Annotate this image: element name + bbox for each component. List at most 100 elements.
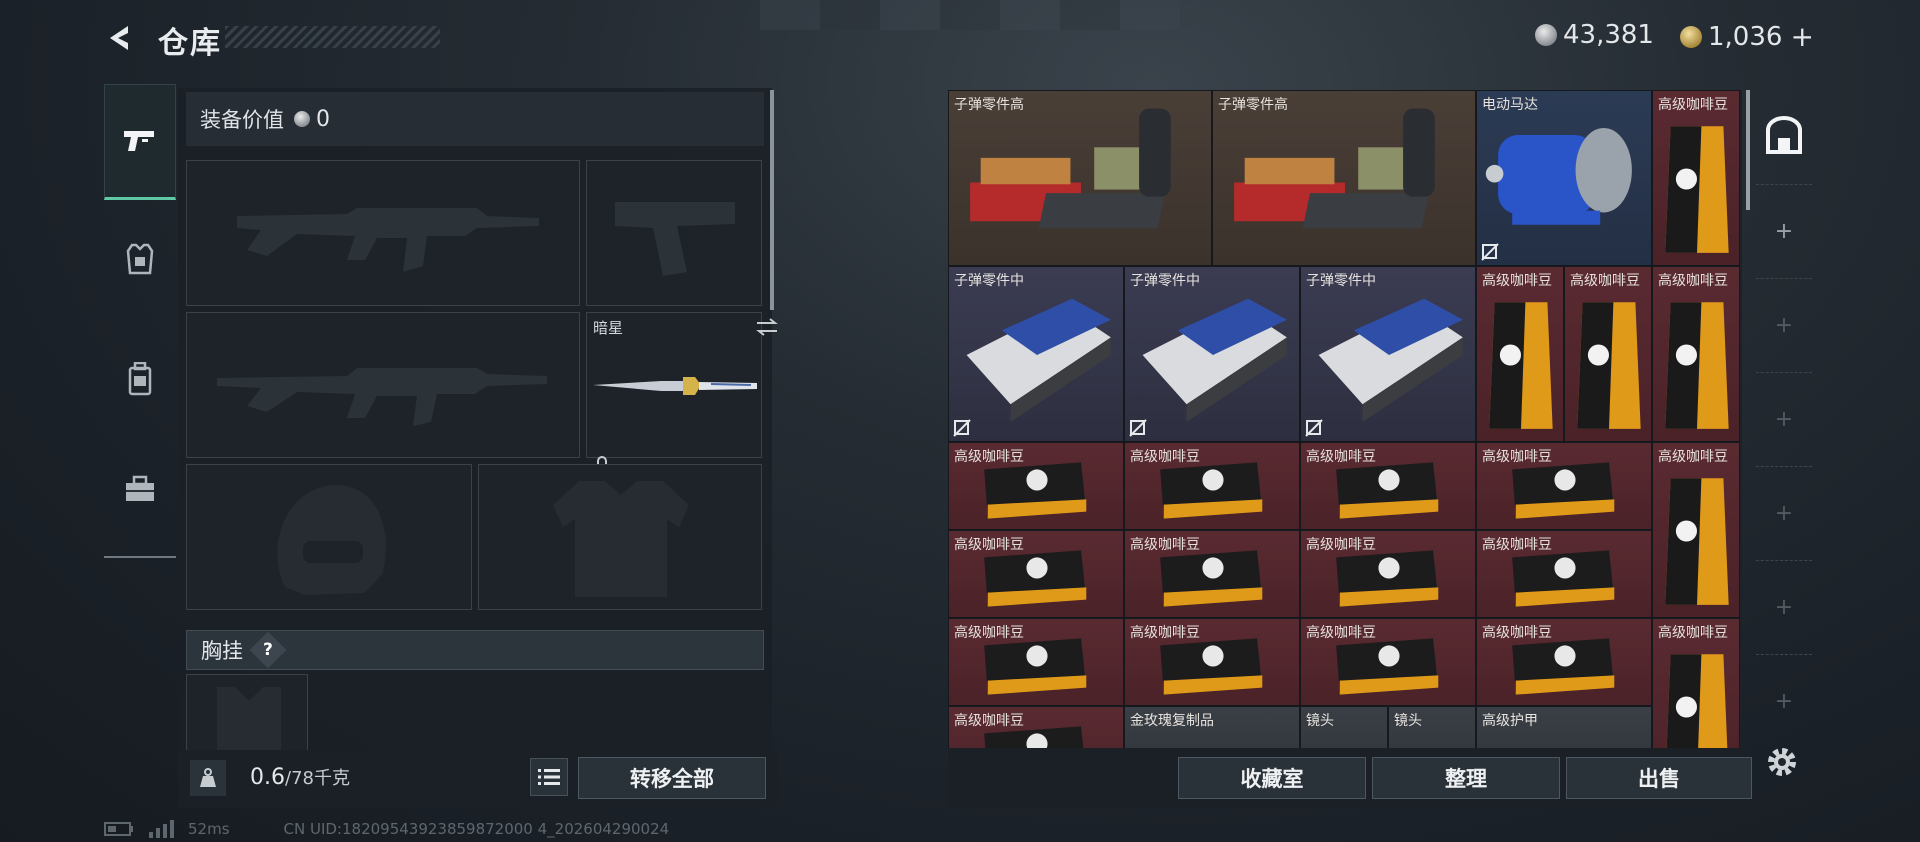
helmet-slot[interactable] bbox=[186, 464, 472, 610]
item-label: 子弹零件中 bbox=[1306, 273, 1376, 289]
storage-tab-main[interactable] bbox=[1756, 90, 1812, 182]
storage-tab-add-4[interactable]: + bbox=[1756, 466, 1812, 559]
weight-icon bbox=[190, 760, 226, 796]
chest-rig-header: 胸挂 ? bbox=[186, 630, 764, 670]
rifle-silhouette-icon bbox=[237, 208, 539, 272]
inventory-item[interactable]: 高级咖啡豆 bbox=[948, 530, 1124, 618]
gold-coin-icon bbox=[1680, 25, 1702, 48]
gold-currency[interactable]: 1,036 + bbox=[1680, 20, 1814, 53]
item-label: 高级咖啡豆 bbox=[1658, 97, 1728, 113]
inventory-item[interactable]: 高级咖啡豆 bbox=[948, 706, 1124, 748]
item-label: 高级咖啡豆 bbox=[1130, 537, 1200, 553]
inventory-scrollbar[interactable] bbox=[1746, 90, 1750, 210]
inventory-item[interactable]: 金玫瑰复制品 bbox=[1124, 706, 1300, 748]
item-label: 高级咖啡豆 bbox=[954, 625, 1024, 641]
storage-tab-add-5[interactable]: + bbox=[1756, 560, 1812, 653]
inventory-item[interactable]: 子弹零件高 bbox=[1212, 90, 1476, 266]
coffee-bag-icon bbox=[1665, 302, 1729, 429]
inventory-item[interactable]: 高级咖啡豆 bbox=[1652, 90, 1740, 266]
transfer-all-button[interactable]: 转移全部 bbox=[578, 757, 766, 799]
silver-amount: 43,381 bbox=[1563, 20, 1654, 50]
tab-case[interactable] bbox=[104, 434, 176, 544]
list-view-button[interactable] bbox=[530, 758, 568, 796]
user-uid: CN UID:18209543923859872000 4_2026042900… bbox=[283, 820, 670, 838]
no-trade-icon bbox=[1481, 243, 1499, 261]
item-label: 高级咖啡豆 bbox=[1130, 625, 1200, 641]
inventory-item[interactable]: 高级咖啡豆 bbox=[1476, 266, 1564, 442]
coffee-bag-icon bbox=[1489, 302, 1553, 429]
coffee-bag-icon bbox=[1665, 478, 1729, 605]
item-label: 高级咖啡豆 bbox=[954, 713, 1024, 729]
plus-icon: + bbox=[1774, 594, 1794, 620]
storage-tab-add-3[interactable]: + bbox=[1756, 372, 1812, 465]
item-label: 高级咖啡豆 bbox=[1306, 449, 1376, 465]
back-arrow-icon[interactable] bbox=[104, 22, 136, 54]
inventory-item[interactable]: 子弹零件中 bbox=[948, 266, 1124, 442]
inventory-item[interactable]: 镜头 bbox=[1300, 706, 1388, 748]
item-label: 电动马达 bbox=[1482, 97, 1538, 113]
tab-armor[interactable] bbox=[104, 204, 176, 314]
inventory-item[interactable]: 高级咖啡豆 bbox=[948, 618, 1124, 706]
inventory-item[interactable]: 子弹零件中 bbox=[1124, 266, 1300, 442]
storage-tab-add-1[interactable]: + bbox=[1756, 184, 1812, 277]
ammo-parts-mid-tray-icon bbox=[966, 298, 1111, 422]
collection-room-button[interactable]: 收藏室 bbox=[1178, 757, 1366, 799]
gold-amount: 1,036 bbox=[1708, 21, 1783, 52]
melee-slot-label: 暗星 bbox=[593, 319, 624, 337]
silver-currency: 43,381 bbox=[1535, 20, 1654, 50]
add-gold-button[interactable]: + bbox=[1790, 20, 1813, 53]
inventory-item[interactable]: 高级咖啡豆 bbox=[1652, 618, 1740, 748]
inventory-item[interactable]: 高级咖啡豆 bbox=[1652, 266, 1740, 442]
signal-bars-icon bbox=[149, 820, 174, 838]
sell-button[interactable]: 出售 bbox=[1566, 757, 1752, 799]
no-trade-icon bbox=[1305, 419, 1323, 437]
secondary-primary-weapon-slot[interactable] bbox=[186, 312, 580, 458]
tab-weapons[interactable] bbox=[104, 84, 176, 200]
inventory-item[interactable]: 子弹零件高 bbox=[948, 90, 1212, 266]
item-label: 镜头 bbox=[1306, 713, 1334, 729]
ammo-parts-mid-tray-icon bbox=[1318, 298, 1463, 422]
inventory-item[interactable]: 高级咖啡豆 bbox=[1124, 530, 1300, 618]
plus-icon: + bbox=[1774, 312, 1794, 338]
item-label: 高级咖啡豆 bbox=[1658, 449, 1728, 465]
chest-rig-silhouette-icon bbox=[217, 687, 281, 751]
inventory-item[interactable]: 高级咖啡豆 bbox=[1564, 266, 1652, 442]
inventory-item[interactable]: 电动马达 bbox=[1476, 90, 1652, 266]
inventory-item[interactable]: 高级咖啡豆 bbox=[1124, 618, 1300, 706]
plus-icon: + bbox=[1774, 218, 1794, 244]
primary-weapon-slot[interactable] bbox=[186, 160, 580, 306]
inventory-item[interactable]: 高级咖啡豆 bbox=[948, 442, 1124, 530]
weight-readout: 0.6/78千克 bbox=[250, 764, 350, 790]
inventory-item[interactable]: 高级咖啡豆 bbox=[1300, 618, 1476, 706]
inventory-item[interactable]: 子弹零件中 bbox=[1300, 266, 1476, 442]
item-label: 高级咖啡豆 bbox=[1306, 537, 1376, 553]
inventory-item[interactable]: 高级咖啡豆 bbox=[1476, 530, 1652, 618]
chest-rig-slot[interactable] bbox=[186, 674, 308, 754]
item-label: 高级咖啡豆 bbox=[1658, 273, 1728, 289]
body-armor-slot[interactable] bbox=[478, 464, 762, 610]
inventory-item[interactable]: 高级咖啡豆 bbox=[1476, 442, 1652, 530]
tab-backpack[interactable] bbox=[104, 324, 176, 434]
item-label: 高级咖啡豆 bbox=[1482, 449, 1552, 465]
gear-icon[interactable] bbox=[1764, 744, 1800, 784]
inventory-item[interactable]: 高级咖啡豆 bbox=[1652, 442, 1740, 618]
status-bar: 52ms CN UID:18209543923859872000 4_20260… bbox=[104, 820, 669, 838]
inventory-item[interactable]: 高级咖啡豆 bbox=[1300, 442, 1476, 530]
loadout-scrollbar[interactable] bbox=[770, 90, 774, 310]
inventory-item[interactable]: 高级护甲 bbox=[1476, 706, 1652, 748]
inventory-item[interactable]: 镜头 bbox=[1388, 706, 1476, 748]
melee-weapon-slot[interactable]: 暗星 bbox=[586, 312, 778, 475]
item-label: 高级咖啡豆 bbox=[954, 449, 1024, 465]
secondary-weapon-slot[interactable] bbox=[586, 160, 762, 306]
item-label: 金玫瑰复制品 bbox=[1130, 713, 1214, 729]
sort-button[interactable]: 整理 bbox=[1372, 757, 1560, 799]
item-label: 子弹零件高 bbox=[954, 97, 1024, 113]
inventory-item[interactable]: 高级咖啡豆 bbox=[1476, 618, 1652, 706]
equipment-value-label: 装备价值 bbox=[200, 108, 284, 132]
help-icon[interactable]: ? bbox=[249, 631, 287, 669]
storage-tab-add-6[interactable]: + bbox=[1756, 654, 1812, 747]
equipment-value: 0 bbox=[316, 106, 330, 132]
inventory-item[interactable]: 高级咖啡豆 bbox=[1300, 530, 1476, 618]
storage-tab-add-2[interactable]: + bbox=[1756, 278, 1812, 371]
inventory-item[interactable]: 高级咖啡豆 bbox=[1124, 442, 1300, 530]
